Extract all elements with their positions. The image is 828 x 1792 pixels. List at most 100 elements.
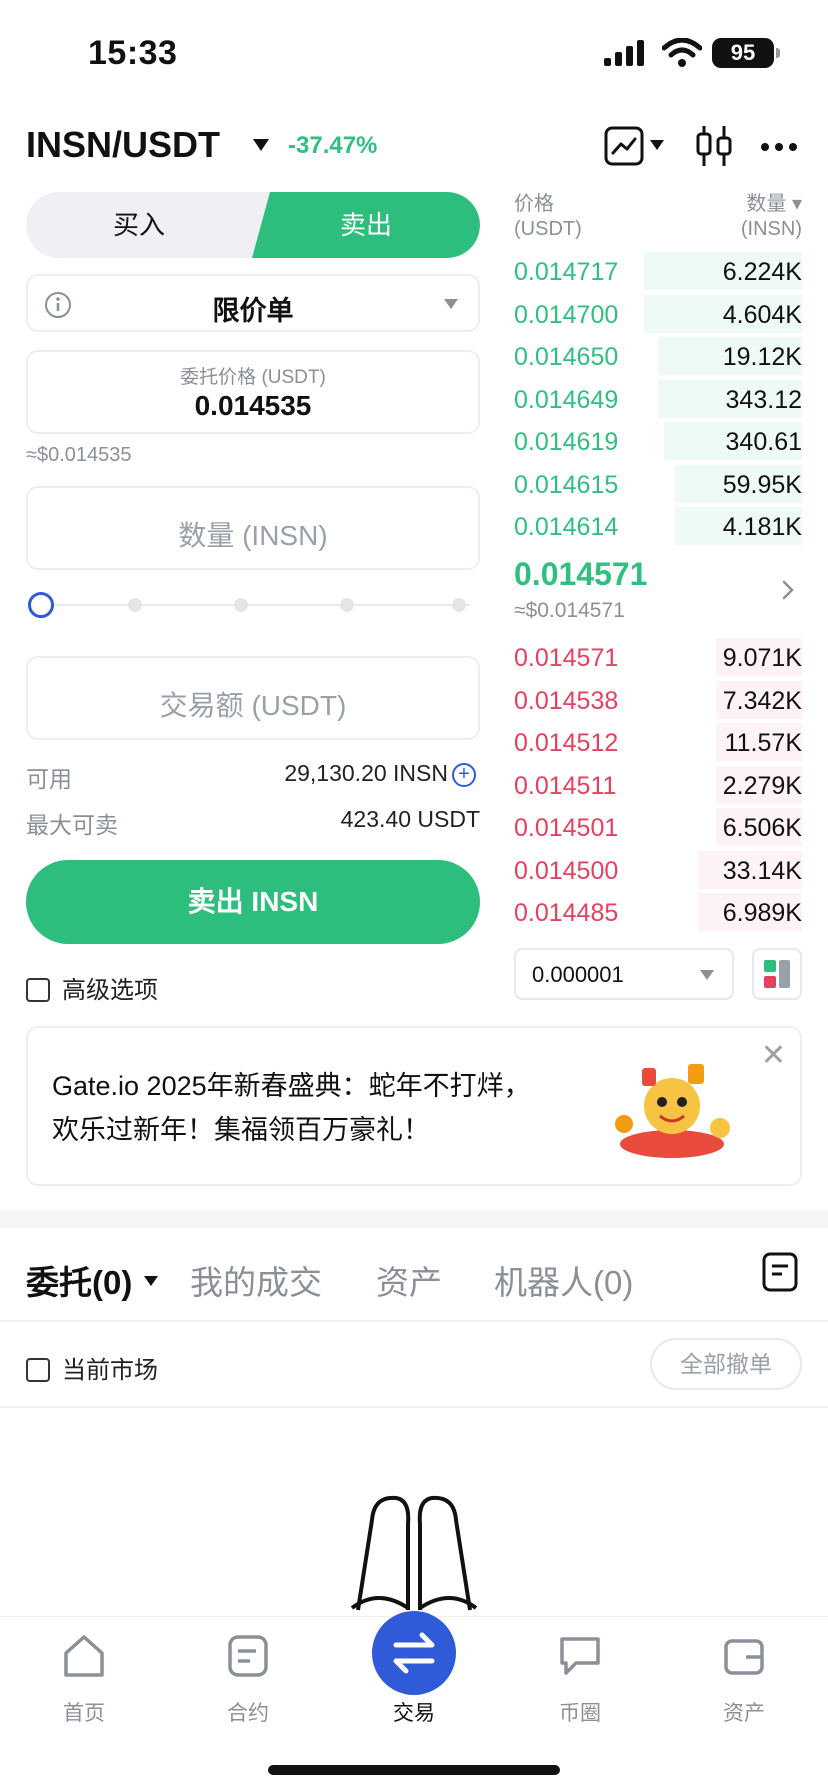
- order-type-label: 限价单: [212, 296, 294, 326]
- max-sell-label: 最大可卖: [26, 812, 118, 838]
- nav-label: 资产: [723, 1702, 765, 1725]
- buy-sell-toggle: 买入 卖出: [26, 192, 480, 258]
- ask-row[interactable]: 0.014615 59.95K: [514, 463, 802, 506]
- amount-slider[interactable]: [28, 592, 472, 618]
- current-market-filter[interactable]: 当前市场: [26, 1350, 158, 1385]
- candlestick-icon[interactable]: [694, 124, 734, 168]
- slider-stop-25[interactable]: [128, 598, 142, 612]
- bid-qty: 7.342K: [722, 686, 802, 715]
- bid-price: 0.014512: [514, 729, 619, 757]
- nav-assets[interactable]: 资产: [684, 1631, 804, 1727]
- tab-assets[interactable]: 资产: [376, 1256, 442, 1304]
- bid-price: 0.014571: [514, 644, 619, 672]
- futures-icon: [228, 1635, 268, 1677]
- ask-price: 0.014619: [514, 428, 619, 456]
- price-input[interactable]: 委托价格 (USDT) 0.014535: [26, 350, 480, 434]
- close-icon[interactable]: ✕: [761, 1038, 786, 1073]
- ask-row[interactable]: 0.014649 343.12: [514, 378, 802, 421]
- divider: [0, 1320, 828, 1322]
- ask-qty: 343.12: [725, 385, 802, 414]
- home-icon: [64, 1635, 104, 1677]
- mid-price: 0.014571: [514, 556, 648, 592]
- ask-price: 0.014717: [514, 258, 619, 286]
- bottom-nav: 首页 合约 交易 币圈 资产: [0, 1611, 828, 1792]
- ask-price: 0.014615: [514, 470, 619, 499]
- ask-qty: 19.12K: [722, 343, 802, 371]
- ask-price: 0.014700: [514, 300, 619, 329]
- trade-fab[interactable]: [372, 1611, 456, 1695]
- bid-row[interactable]: 0.014512 11.57K: [514, 721, 802, 764]
- order-type-select[interactable]: 限价单: [26, 274, 480, 332]
- price-caption: 委托价格 (USDT): [180, 367, 326, 388]
- bid-row[interactable]: 0.014500 33.14K: [514, 849, 802, 892]
- pair-selector[interactable]: INSN/USDT: [26, 124, 220, 166]
- promo-banner[interactable]: Gate.io 2025年新春盛典：蛇年不打烊，欢乐过新年！集福领百万豪礼！ ✕: [26, 1026, 802, 1186]
- tab-sell[interactable]: 卖出: [252, 192, 480, 258]
- nav-futures[interactable]: 合约: [188, 1631, 308, 1727]
- slider-knob[interactable]: [28, 592, 54, 618]
- ask-qty: 340.61: [725, 428, 802, 456]
- tab-my-trades[interactable]: 我的成交: [190, 1256, 322, 1304]
- bid-row[interactable]: 0.014538 7.342K: [514, 679, 802, 722]
- bid-row[interactable]: 0.014571 9.071K: [514, 636, 802, 679]
- add-funds-icon[interactable]: +: [452, 762, 476, 787]
- current-market-checkbox[interactable]: [26, 1357, 50, 1382]
- caret-down-icon[interactable]: [252, 138, 270, 152]
- amount-input[interactable]: 交易额 (USDT): [26, 656, 480, 740]
- caret-down-icon[interactable]: [144, 1276, 158, 1286]
- bid-row[interactable]: 0.014511 2.279K: [514, 764, 802, 807]
- tab-buy[interactable]: 买入: [26, 192, 252, 258]
- ob-qty-header[interactable]: 数量 ▾ (INSN): [741, 192, 802, 242]
- ask-row[interactable]: 0.014619 340.61: [514, 420, 802, 463]
- orderbook-layout-button[interactable]: [752, 948, 802, 1000]
- bid-qty: 6.989K: [722, 899, 802, 927]
- bid-row[interactable]: 0.014485 6.989K: [514, 891, 802, 934]
- binoculars-icon: [350, 1495, 478, 1611]
- mid-approx: ≈$0.014571: [514, 599, 625, 622]
- status-time: 15:33: [88, 34, 178, 72]
- slider-stop-50[interactable]: [234, 598, 248, 612]
- advanced-checkbox[interactable]: [26, 977, 50, 1002]
- cancel-all-button[interactable]: 全部撤单: [650, 1338, 802, 1390]
- chart-caret-icon[interactable]: [650, 140, 664, 150]
- more-icon[interactable]: [760, 142, 798, 152]
- ask-row[interactable]: 0.014717 6.224K: [514, 250, 802, 293]
- ask-qty: 6.224K: [722, 258, 802, 286]
- nav-label: 合约: [227, 1702, 269, 1725]
- ask-qty: 4.181K: [722, 513, 802, 541]
- nav-label: 交易: [393, 1702, 435, 1725]
- ask-row[interactable]: 0.014700 4.604K: [514, 293, 802, 336]
- nav-trade[interactable]: 交易: [354, 1611, 474, 1727]
- order-tabs: 委托(0) 我的成交 资产 机器人(0): [0, 1250, 828, 1310]
- layout-icon: [764, 960, 790, 988]
- ask-row[interactable]: 0.014650 19.12K: [514, 335, 802, 378]
- bid-row[interactable]: 0.014501 6.506K: [514, 806, 802, 849]
- nav-moments[interactable]: 币圈: [520, 1631, 640, 1727]
- divider: [0, 1406, 828, 1408]
- price-value[interactable]: 0.014535: [28, 390, 478, 422]
- advanced-options[interactable]: 高级选项: [26, 970, 158, 1005]
- bid-qty: 11.57K: [724, 729, 802, 757]
- chart-icon[interactable]: [604, 126, 644, 166]
- tab-orders[interactable]: 委托(0): [26, 1256, 132, 1304]
- sell-button[interactable]: 卖出 INSN: [26, 860, 480, 944]
- bid-qty: 33.14K: [722, 856, 802, 885]
- precision-select[interactable]: 0.000001: [514, 948, 734, 1000]
- quantity-input[interactable]: 数量 (INSN): [26, 486, 480, 570]
- mid-price-row[interactable]: 0.014571 ≈$0.014571: [514, 556, 802, 626]
- slider-track: [40, 604, 470, 606]
- document-icon[interactable]: [760, 1250, 800, 1294]
- quantity-placeholder: 数量 (INSN): [178, 520, 328, 551]
- home-indicator: [268, 1765, 560, 1775]
- bid-qty: 6.506K: [722, 814, 802, 842]
- ask-qty: 59.95K: [722, 470, 802, 499]
- nav-home[interactable]: 首页: [24, 1631, 144, 1727]
- slider-stop-100[interactable]: [452, 598, 466, 612]
- battery-nub: [776, 48, 780, 58]
- ask-row[interactable]: 0.014614 4.181K: [514, 505, 802, 548]
- nav-label: 币圈: [559, 1702, 601, 1725]
- swap-icon: [393, 1632, 435, 1674]
- slider-stop-75[interactable]: [340, 598, 354, 612]
- chevron-right-icon: [782, 580, 794, 600]
- tab-bots[interactable]: 机器人(0): [494, 1256, 633, 1304]
